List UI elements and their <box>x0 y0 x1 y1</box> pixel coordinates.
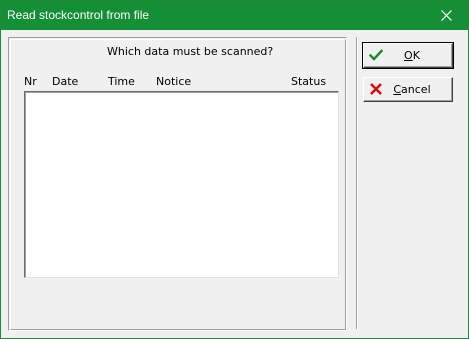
scan-question: Which data must be scanned? <box>107 45 274 58</box>
column-header-status: Status <box>291 75 327 88</box>
scan-data-list[interactable] <box>24 91 339 278</box>
vertical-divider <box>356 37 358 329</box>
cancel-label: Cancel <box>393 83 431 96</box>
column-header-nr: Nr <box>24 75 37 88</box>
column-header-date: Date <box>52 75 79 88</box>
ok-label: OK <box>404 49 420 62</box>
column-header-notice: Notice <box>156 75 192 88</box>
title-bar: Read stockcontrol from file <box>1 1 468 30</box>
ok-button[interactable]: OK <box>362 42 454 69</box>
scan-panel: Which data must be scanned? Nr Date Time… <box>8 37 347 331</box>
close-button[interactable] <box>424 1 468 30</box>
column-header-time: Time <box>108 75 135 88</box>
dialog-window: Read stockcontrol from file Which data m… <box>0 0 469 339</box>
window-title: Read stockcontrol from file <box>7 8 150 22</box>
close-icon <box>440 10 452 21</box>
cancel-button[interactable]: Cancel <box>363 77 453 102</box>
